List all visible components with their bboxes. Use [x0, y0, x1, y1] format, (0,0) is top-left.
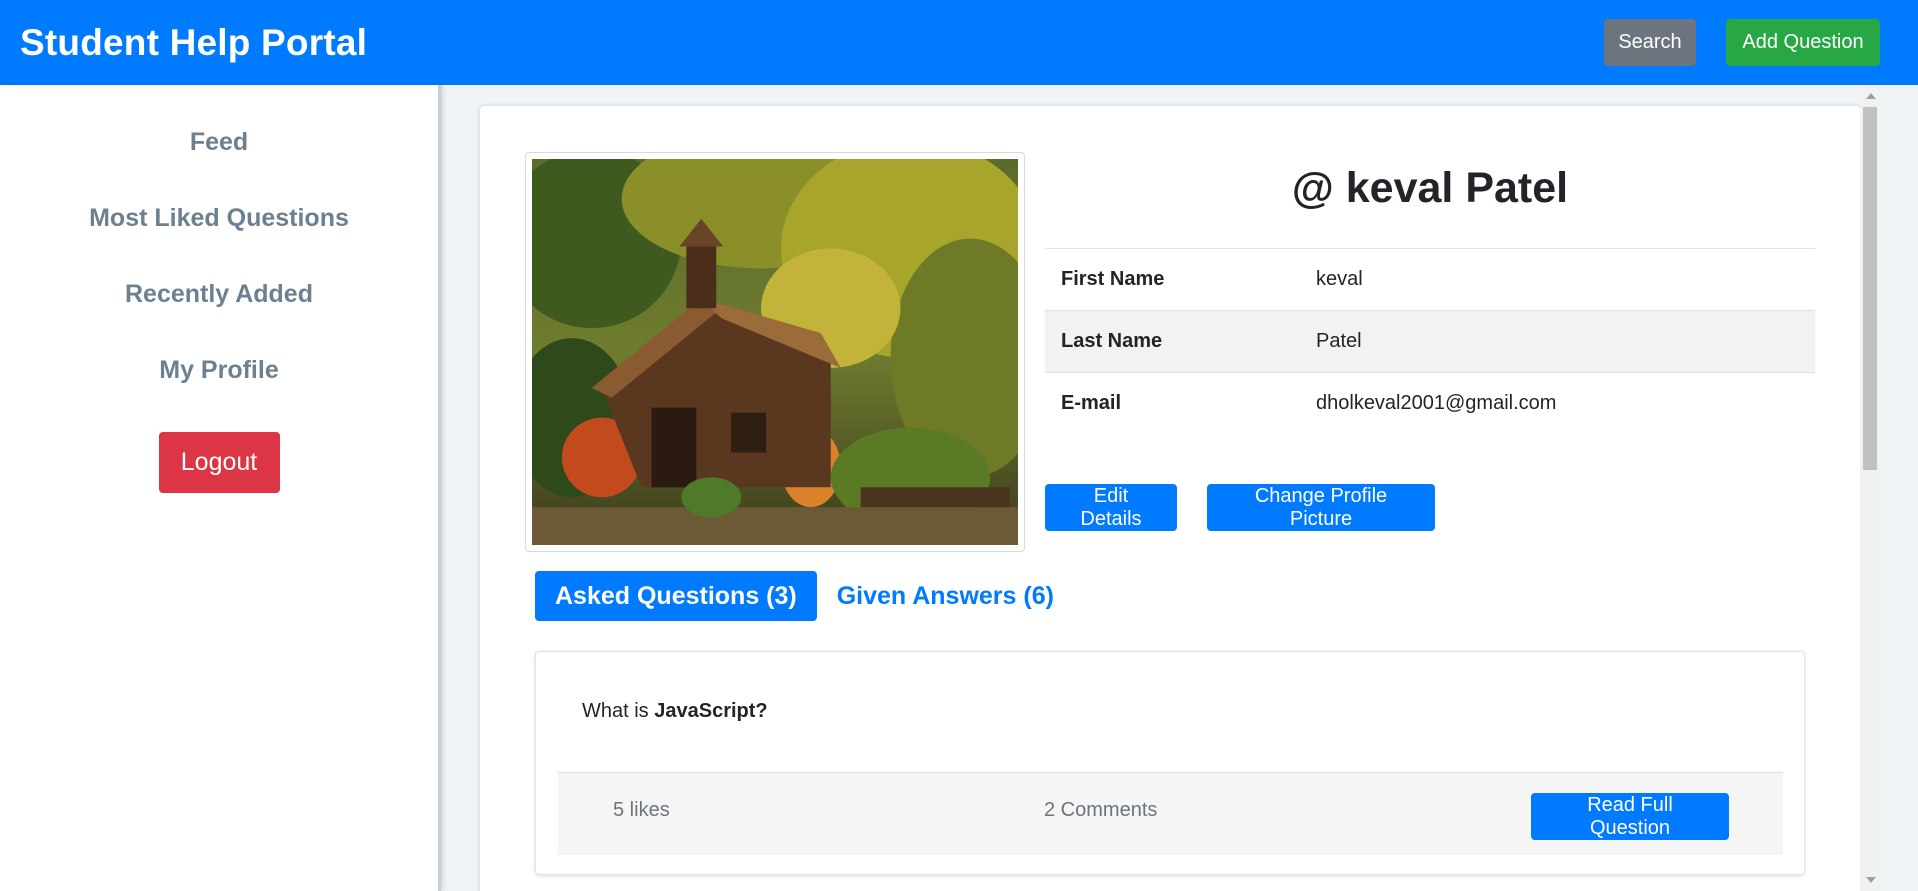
profile-username: @ keval Patel — [1291, 164, 1569, 212]
comments-count: 2 Comments — [1044, 799, 1158, 821]
sidebar-item-most-liked[interactable]: Most Liked Questions — [89, 204, 349, 280]
sidebar-item-my-profile[interactable]: My Profile — [159, 356, 278, 432]
table-row: E-mail dholkeval2001@gmail.com — [1045, 372, 1815, 435]
question-card: What is JavaScript? 5 likes 2 Comments R… — [535, 651, 1805, 875]
search-button[interactable]: Search — [1604, 19, 1696, 66]
header-actions: Search Add Question — [1604, 19, 1880, 66]
table-row: First Name keval — [1045, 248, 1815, 311]
scrollbar-thumb[interactable] — [1863, 107, 1877, 470]
email-value: dholkeval2001@gmail.com — [1316, 392, 1557, 415]
question-text: What is JavaScript? — [582, 700, 768, 723]
last-name-label: Last Name — [1061, 330, 1163, 352]
question-footer: 5 likes 2 Comments Read Full Question — [558, 772, 1783, 855]
sidebar-item-recently-added[interactable]: Recently Added — [125, 280, 313, 356]
email-label: E-mail — [1061, 392, 1122, 415]
sidebar: Feed Most Liked Questions Recently Added… — [0, 85, 441, 891]
profile-tabs: Asked Questions (3) Given Answers (6) — [535, 571, 1074, 621]
profile-details-table: First Name keval Last Name Patel E-mail … — [1045, 248, 1815, 435]
app-title[interactable]: Student Help Portal — [20, 22, 367, 64]
top-navbar: Student Help Portal Search Add Question — [0, 0, 1918, 85]
scrollbar[interactable] — [1860, 85, 1880, 891]
read-full-question-button[interactable]: Read Full Question — [1531, 793, 1729, 840]
question-topic: JavaScript? — [654, 700, 768, 722]
table-row: Last Name Patel — [1045, 310, 1815, 373]
first-name-value: keval — [1316, 268, 1363, 290]
tab-asked-questions[interactable]: Asked Questions (3) — [535, 571, 817, 621]
question-prefix: What is — [582, 700, 649, 722]
scroll-up-arrow-icon[interactable] — [1866, 93, 1876, 99]
profile-card: @ keval Patel First Name keval Last Name… — [480, 106, 1860, 891]
likes-count: 5 likes — [613, 799, 670, 821]
logout-button[interactable]: Logout — [158, 432, 280, 493]
add-question-button[interactable]: Add Question — [1726, 19, 1880, 66]
edit-details-button[interactable]: Edit Details — [1045, 484, 1177, 531]
sidebar-item-feed[interactable]: Feed — [190, 128, 248, 204]
scroll-down-arrow-icon[interactable] — [1866, 877, 1876, 883]
first-name-label: First Name — [1061, 268, 1165, 290]
change-profile-picture-button[interactable]: Change Profile Picture — [1207, 484, 1435, 531]
profile-photo — [525, 152, 1025, 552]
tab-given-answers[interactable]: Given Answers (6) — [817, 571, 1074, 621]
cabin-forest-illustration — [532, 159, 1018, 545]
last-name-value: Patel — [1316, 330, 1362, 352]
profile-photo-image — [532, 159, 1018, 545]
